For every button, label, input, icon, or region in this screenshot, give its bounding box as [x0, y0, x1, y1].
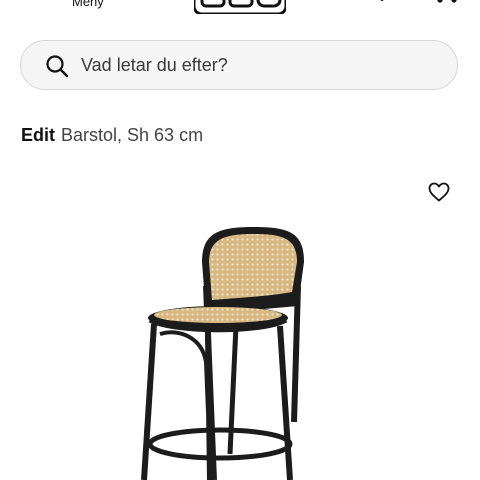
- more-icon[interactable]: [434, 0, 462, 6]
- product-title: Edit Barstol, Sh 63 cm: [21, 125, 203, 146]
- product-image[interactable]: [130, 222, 330, 480]
- menu-label[interactable]: Meny: [72, 0, 104, 9]
- search-icon[interactable]: [45, 54, 69, 78]
- heart-icon[interactable]: [370, 0, 394, 8]
- heart-outline-icon[interactable]: [428, 182, 450, 202]
- product-brand[interactable]: Edit: [21, 125, 55, 145]
- product-page: Meny Edit Barstol, Sh 63 cm: [0, 0, 480, 480]
- search-bar[interactable]: [20, 40, 458, 90]
- top-bar: Meny: [0, 0, 480, 16]
- logo[interactable]: [194, 0, 286, 14]
- search-input[interactable]: [81, 41, 441, 89]
- hamburger-icon[interactable]: [24, 0, 58, 8]
- product-name: Barstol, Sh 63 cm: [61, 125, 204, 145]
